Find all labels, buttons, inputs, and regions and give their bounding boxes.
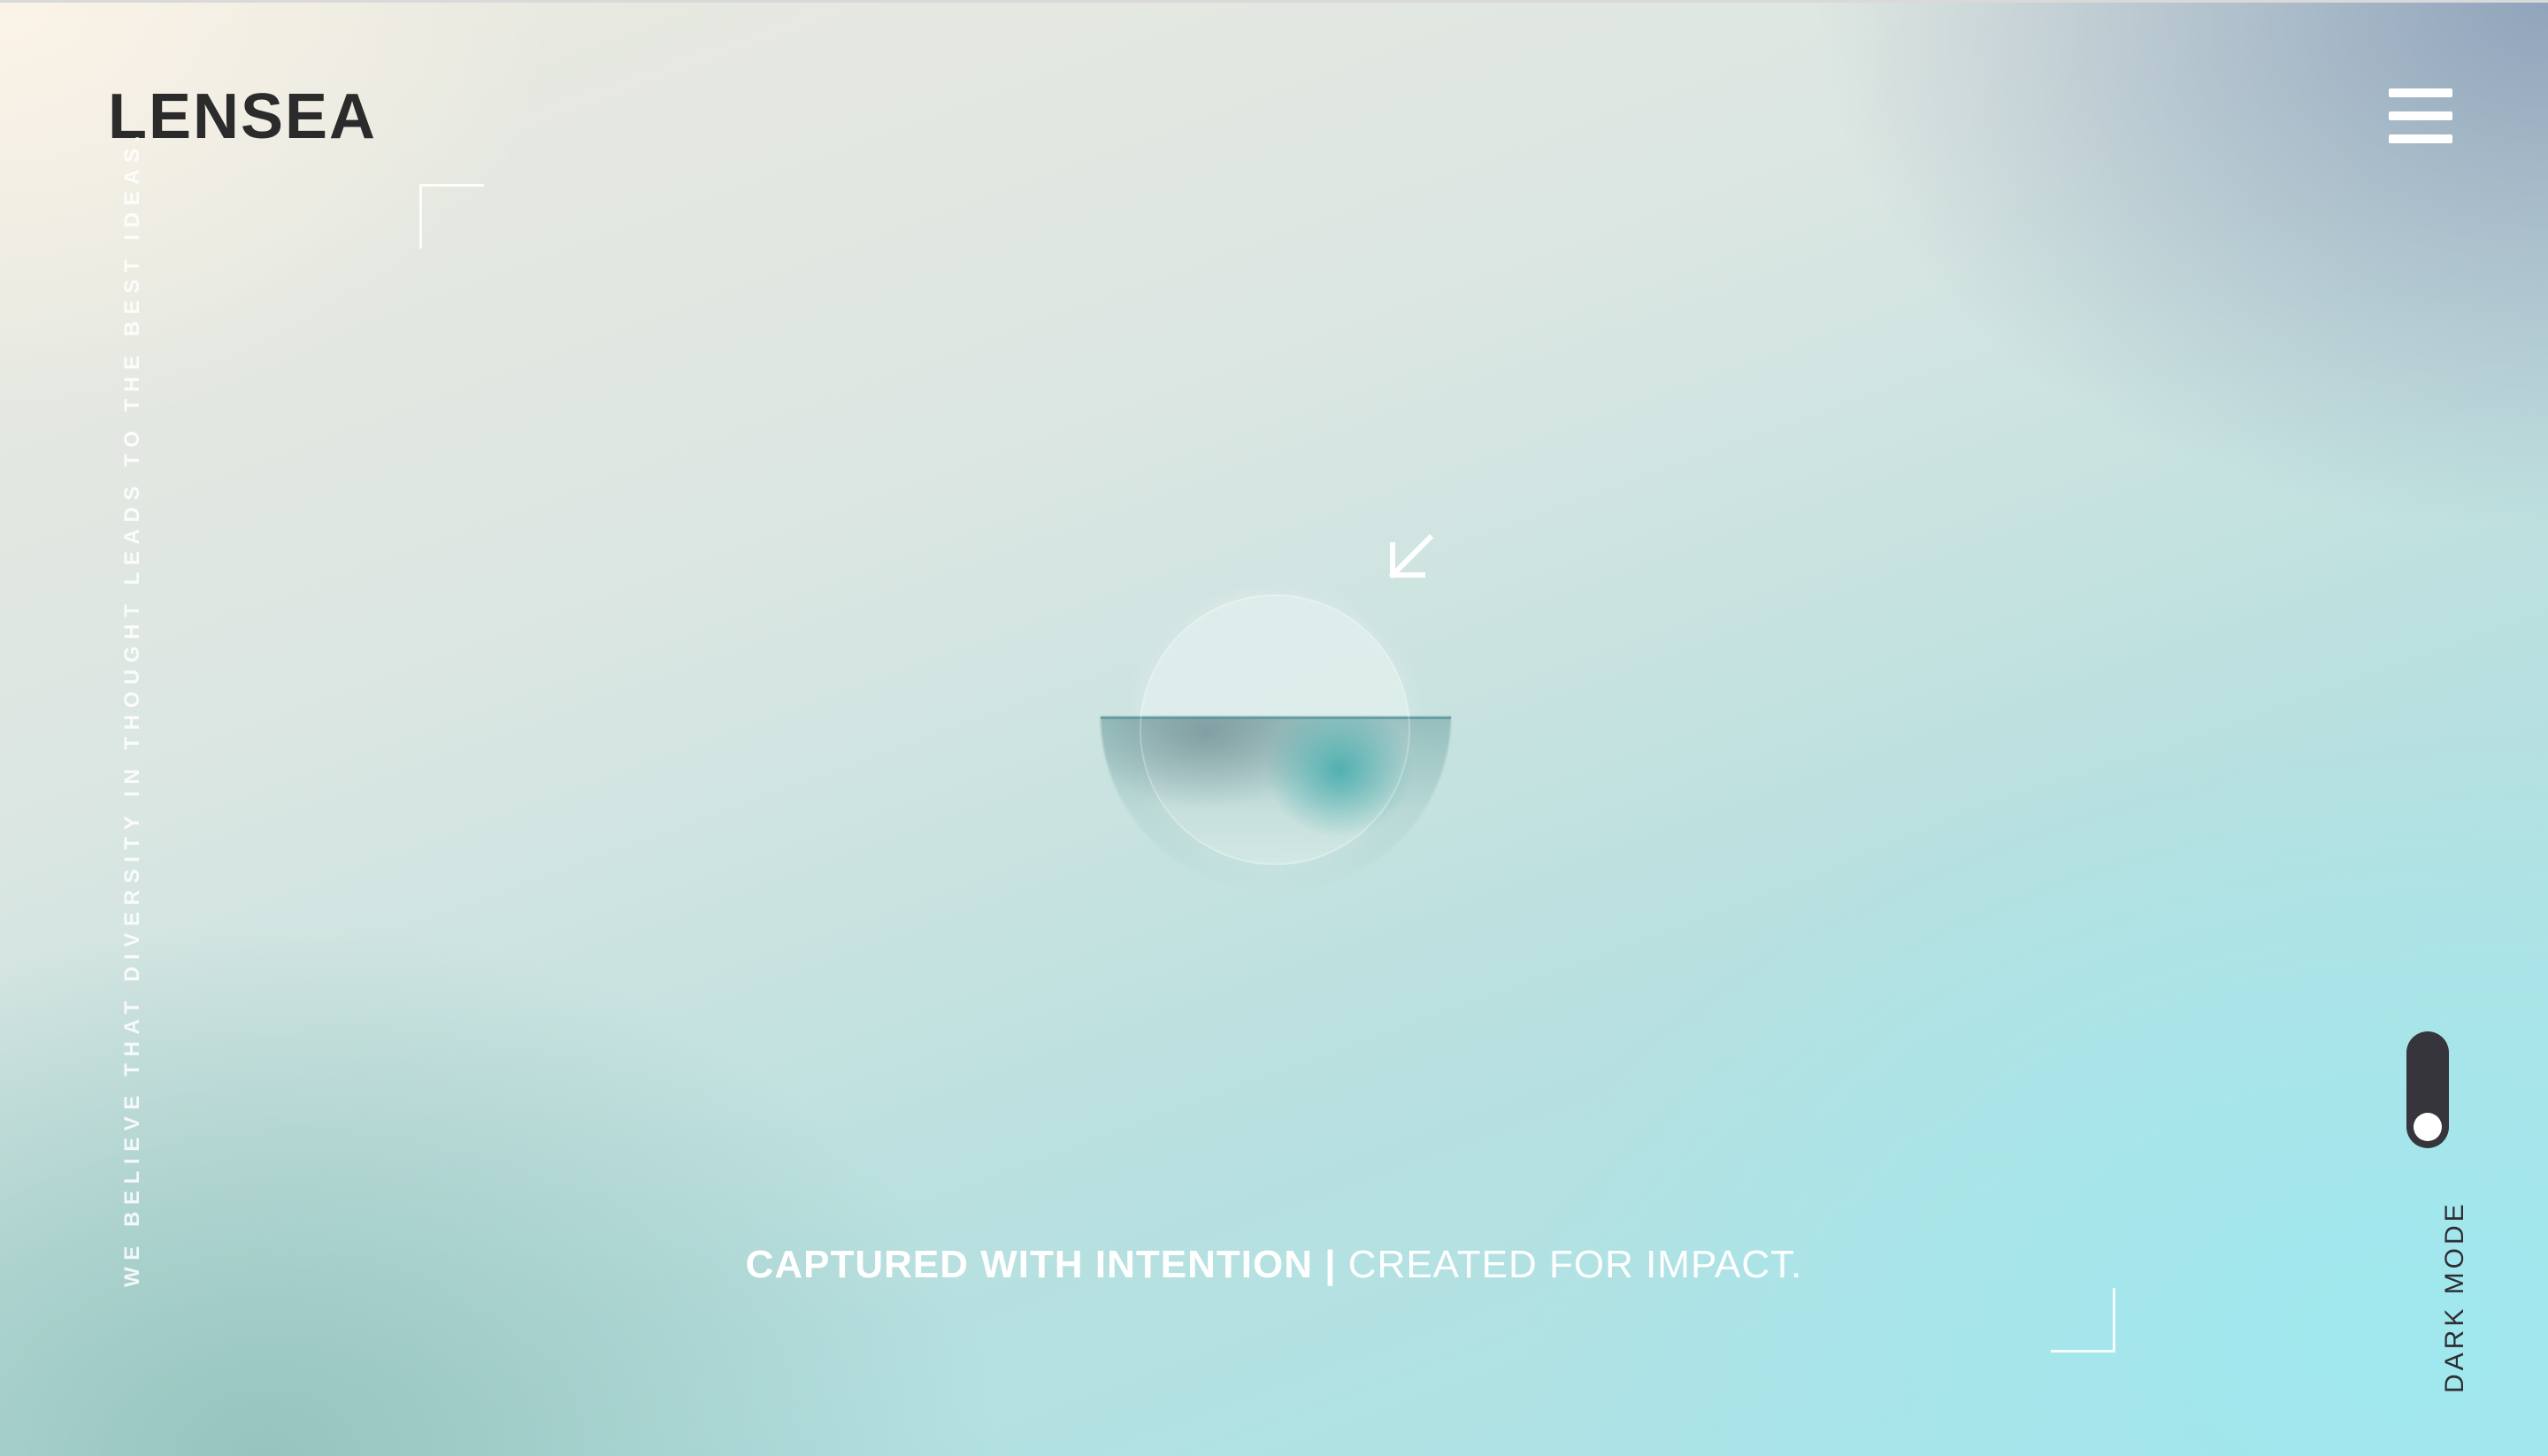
brand-logo[interactable]: LENSEA [108,85,377,149]
lens-graphic [1097,593,1451,929]
tagline-light: CREATED FOR IMPACT. [1336,1243,1803,1286]
lens-outline [1140,594,1410,865]
menu-button[interactable] [2389,88,2456,147]
frame-corner-top-left [419,184,484,249]
tagline-strong: CAPTURED WITH INTENTION | [745,1243,1337,1286]
arrow-down-left-icon[interactable] [1385,533,1435,582]
vertical-tagline: WE BELIEVE THAT DIVERSITY IN THOUGHT LEA… [120,128,144,1287]
hamburger-menu-icon [2389,88,2456,147]
dark-mode-toggle[interactable] [2406,1031,2449,1148]
dark-mode-label: DARK MODE [2440,1200,2469,1393]
frame-corner-bottom-right [2051,1288,2115,1353]
top-border [0,0,2548,3]
toggle-knob [2414,1113,2442,1141]
hero-tagline: CAPTURED WITH INTENTION | CREATED FOR IM… [0,1245,2548,1284]
